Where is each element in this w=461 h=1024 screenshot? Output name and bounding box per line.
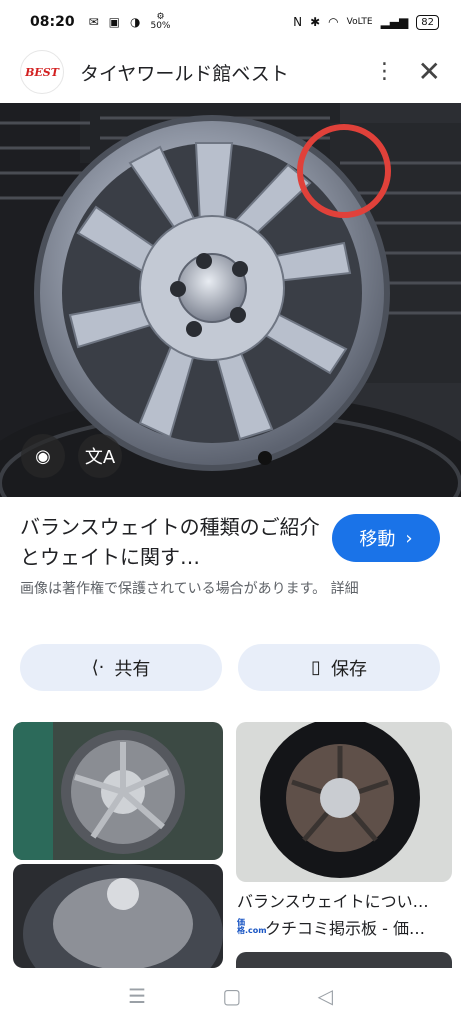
- visit-button[interactable]: 移動 ›: [332, 514, 440, 562]
- save-label: 保存: [330, 658, 367, 680]
- speed-label: 50%: [150, 21, 171, 31]
- lens-camera-icon[interactable]: ◉: [21, 434, 65, 478]
- wifi-icon: ◠: [328, 15, 339, 29]
- related-image-3[interactable]: [236, 722, 452, 882]
- related-image-4[interactable]: [236, 952, 452, 968]
- site-name[interactable]: タイヤワールド館ベスト: [80, 59, 289, 86]
- close-icon[interactable]: ✕: [418, 58, 441, 86]
- wheel-rim: [34, 115, 390, 471]
- data-saver-icon: ◑: [129, 15, 141, 29]
- related-image-1[interactable]: [13, 722, 223, 860]
- home-icon[interactable]: ▢: [222, 984, 241, 1008]
- result-header: バランスウェイトの種類のご紹介とウェイトに関す… 移動 ›: [20, 512, 440, 572]
- translate-icon[interactable]: 文A: [78, 434, 122, 478]
- battery-indicator: 82: [416, 14, 439, 30]
- speed-50-icon: ⚙ 50%: [150, 12, 171, 31]
- system-nav-bar: ☰ ▢ ◁: [0, 968, 461, 1024]
- save-button[interactable]: ▯ 保存: [238, 644, 440, 691]
- result-title[interactable]: バランスウェイトの種類のご紹介とウェイトに関す…: [20, 512, 320, 572]
- recents-icon[interactable]: ☰: [128, 984, 146, 1008]
- mail-icon: ✉: [88, 15, 99, 29]
- viewer-header: BEST タイヤワールド館ベスト ⋮ ✕: [0, 44, 461, 100]
- visit-label: 移動: [359, 529, 396, 550]
- volte-icon: VoLTE: [346, 17, 373, 27]
- chevron-right-icon: ›: [405, 527, 413, 549]
- more-options-icon[interactable]: ⋮: [374, 61, 396, 83]
- status-bar: 08:20 ✉ ▣ ◑ ⚙ 50% N ✱ ◠ VoLTE ▂▄▆ 82: [0, 0, 461, 44]
- share-label: 共有: [114, 658, 151, 680]
- bookmark-icon: ▯: [311, 657, 321, 678]
- clock: 08:20: [30, 14, 75, 30]
- source-name: クチコミ掲示板 - 価…: [265, 919, 425, 938]
- source-logo: 価格.com: [237, 918, 267, 935]
- bluetooth-icon: ✱: [310, 15, 321, 29]
- share-button[interactable]: ⟨· 共有: [20, 644, 222, 691]
- action-row: ⟨· 共有 ▯ 保存: [20, 644, 440, 691]
- hero-image[interactable]: ◉ 文A: [0, 103, 461, 497]
- share-icon: ⟨·: [91, 657, 105, 678]
- logo-text: BEST: [25, 65, 59, 79]
- wheel-photo: [0, 103, 461, 497]
- signal-icon: ▂▄▆: [380, 15, 409, 29]
- copyright-notice[interactable]: 画像は著作権で保護されている場合があります。 詳細: [20, 578, 440, 601]
- back-icon[interactable]: ◁: [317, 984, 332, 1008]
- nfc-icon: N: [293, 15, 303, 29]
- related-image-caption[interactable]: バランスウェイトについ…: [237, 888, 451, 912]
- site-logo[interactable]: BEST: [20, 50, 64, 94]
- related-image-source[interactable]: 価格.com クチコミ掲示板 - 価…: [237, 915, 451, 939]
- related-image-2[interactable]: [13, 864, 223, 968]
- sim-icon: ▣: [108, 15, 120, 29]
